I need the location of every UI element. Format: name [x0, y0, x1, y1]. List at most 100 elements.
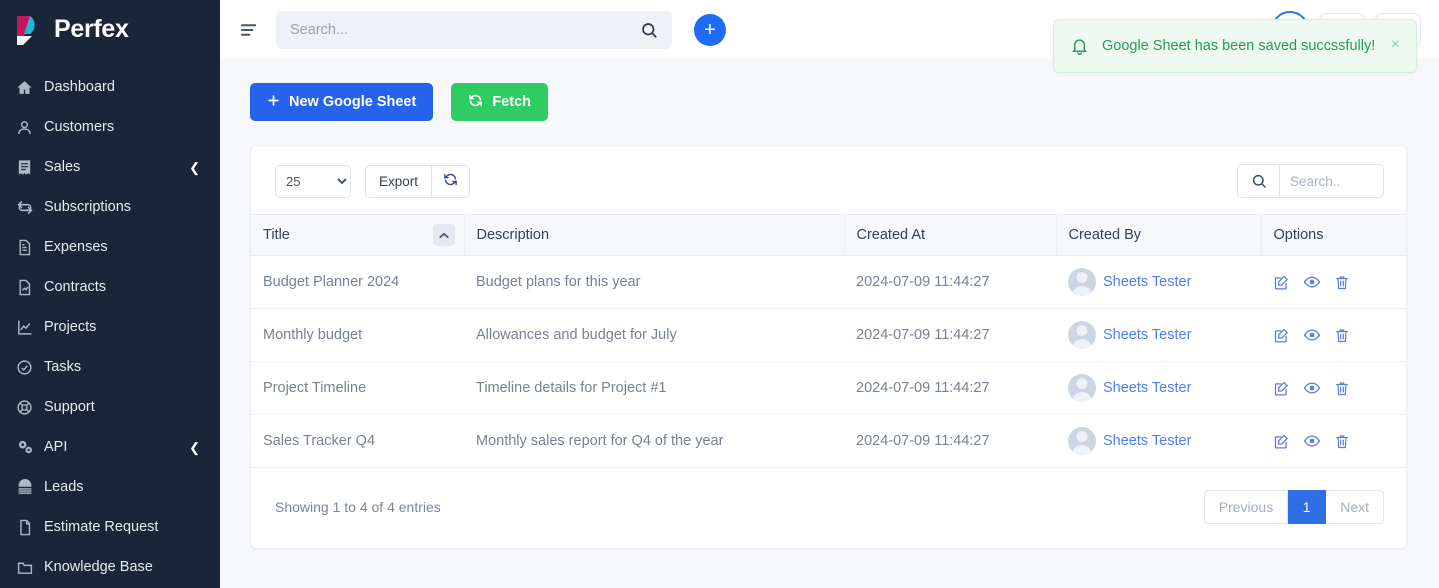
global-search[interactable] [276, 10, 672, 49]
column-label: Created At [856, 227, 926, 243]
cell-options [1261, 255, 1406, 309]
file-icon [16, 519, 44, 536]
check-circle-icon [16, 359, 44, 376]
close-icon[interactable]: × [1389, 35, 1402, 57]
sidebar-item-customers[interactable]: Customers [0, 107, 220, 147]
document-icon [16, 239, 44, 256]
delete-icon[interactable] [1334, 433, 1350, 450]
created-by-link[interactable]: Sheets Tester [1103, 327, 1191, 343]
pagination-page-1[interactable]: 1 [1288, 490, 1327, 524]
sidebar-item-dashboard[interactable]: Dashboard [0, 67, 220, 107]
list-menu-icon[interactable] [234, 15, 264, 45]
cell-created-by: Sheets Tester [1056, 308, 1261, 362]
table-body: Budget Planner 2024 Budget plans for thi… [251, 255, 1406, 468]
table-header-row: Title Description Created At Created By … [251, 214, 1406, 256]
cell-created-at: 2024-07-09 11:44:27 [844, 361, 1056, 415]
column-header-description[interactable]: Description [464, 214, 845, 256]
sidebar-item-label: Subscriptions [44, 199, 132, 215]
column-header-created-at[interactable]: Created At [844, 214, 1057, 256]
plus-icon: + [704, 18, 716, 41]
sidebar-item-knowledge-base[interactable]: Knowledge Base [0, 547, 220, 587]
export-button[interactable]: Export [365, 164, 433, 198]
table-refresh-button[interactable] [432, 164, 471, 198]
created-by-link[interactable]: Sheets Tester [1103, 380, 1191, 396]
edit-icon[interactable] [1273, 327, 1290, 344]
table-row[interactable]: Project Timeline Timeline details for Pr… [251, 361, 1406, 415]
cell-title: Project Timeline [251, 361, 464, 415]
cell-options [1261, 414, 1406, 468]
fetch-button[interactable]: Fetch [451, 83, 548, 121]
sidebar-item-api[interactable]: API ❮ [0, 427, 220, 467]
sidebar-item-label: Dashboard [44, 79, 115, 95]
view-icon[interactable] [1303, 379, 1321, 397]
sidebar-item-label: Tasks [44, 359, 82, 375]
refresh-cycle-icon [16, 199, 44, 216]
chevron-up-icon[interactable] [432, 224, 455, 246]
brand-name: Perfex [54, 15, 129, 43]
chevron-left-icon[interactable]: ❮ [189, 161, 200, 174]
sheets-table-card: 25 Export Search.. Title Description Cre… [250, 145, 1407, 549]
main-area: + New Google Sheet [220, 0, 1439, 588]
created-by-link[interactable]: Sheets Tester [1103, 274, 1191, 290]
refresh-icon [468, 93, 483, 112]
brand[interactable]: Perfex [0, 0, 220, 59]
column-label: Options [1273, 227, 1324, 243]
sidebar-item-tasks[interactable]: Tasks [0, 347, 220, 387]
chevron-left-icon[interactable]: ❮ [189, 441, 200, 454]
fetch-label: Fetch [492, 94, 531, 110]
receipt-icon [16, 159, 44, 176]
table-row[interactable]: Sales Tracker Q4 Monthly sales report fo… [251, 414, 1406, 468]
sidebar-item-sales[interactable]: Sales ❮ [0, 147, 220, 187]
search-input[interactable] [290, 21, 640, 38]
cell-created-by: Sheets Tester [1056, 414, 1261, 468]
delete-icon[interactable] [1334, 380, 1350, 397]
add-new-button[interactable]: + [694, 13, 726, 46]
edit-icon[interactable] [1273, 433, 1290, 450]
sidebar-item-estimate-request[interactable]: Estimate Request [0, 507, 220, 547]
search-icon[interactable] [1237, 164, 1279, 198]
cell-description: Allowances and budget for July [464, 308, 844, 362]
view-icon[interactable] [1303, 432, 1321, 450]
sidebar-item-contracts[interactable]: Contracts [0, 267, 220, 307]
cell-options [1261, 361, 1406, 415]
avatar [1068, 427, 1096, 455]
sidebar-item-label: API [44, 439, 68, 455]
sidebar-item-label: Customers [44, 119, 115, 135]
search-icon[interactable] [640, 21, 658, 39]
cell-description: Timeline details for Project #1 [464, 361, 844, 415]
google-sheets-table: Title Description Created At Created By … [251, 214, 1406, 468]
sidebar-item-expenses[interactable]: Expenses [0, 227, 220, 267]
cell-created-at: 2024-07-09 11:44:27 [844, 255, 1056, 309]
sidebar-item-label: Expenses [44, 239, 108, 255]
column-header-options[interactable]: Options [1261, 214, 1406, 256]
edit-icon[interactable] [1273, 274, 1290, 291]
column-header-title[interactable]: Title [251, 214, 465, 256]
pagination-previous[interactable]: Previous [1203, 490, 1289, 524]
delete-icon[interactable] [1334, 327, 1350, 344]
view-icon[interactable] [1303, 326, 1321, 344]
sidebar-item-label: Sales [44, 159, 81, 175]
cell-title: Budget Planner 2024 [251, 255, 464, 309]
sidebar-item-subscriptions[interactable]: Subscriptions [0, 187, 220, 227]
table-row[interactable]: Budget Planner 2024 Budget plans for thi… [251, 255, 1406, 309]
cell-created-at: 2024-07-09 11:44:27 [844, 414, 1056, 468]
cell-description: Monthly sales report for Q4 of the year [464, 414, 844, 468]
column-header-created-by[interactable]: Created By [1056, 214, 1262, 256]
pagination: Previous 1 Next [1203, 490, 1384, 524]
view-icon[interactable] [1303, 273, 1321, 291]
cell-created-by: Sheets Tester [1056, 255, 1261, 309]
sidebar-item-leads[interactable]: Leads [0, 467, 220, 507]
table-row[interactable]: Monthly budget Allowances and budget for… [251, 308, 1406, 362]
created-by-link[interactable]: Sheets Tester [1103, 433, 1191, 449]
entries-info: Showing 1 to 4 of 4 entries [275, 499, 441, 515]
pagination-next[interactable]: Next [1326, 490, 1384, 524]
sidebar-item-projects[interactable]: Projects [0, 307, 220, 347]
sidebar-item-support[interactable]: Support [0, 387, 220, 427]
table-search-input[interactable] [1279, 164, 1384, 198]
delete-icon[interactable] [1334, 274, 1350, 291]
perfex-logo-icon [14, 14, 44, 46]
new-google-sheet-button[interactable]: New Google Sheet [250, 83, 434, 121]
page-length-select[interactable]: 25 [275, 164, 351, 198]
column-label: Title [263, 227, 290, 243]
edit-icon[interactable] [1273, 380, 1290, 397]
